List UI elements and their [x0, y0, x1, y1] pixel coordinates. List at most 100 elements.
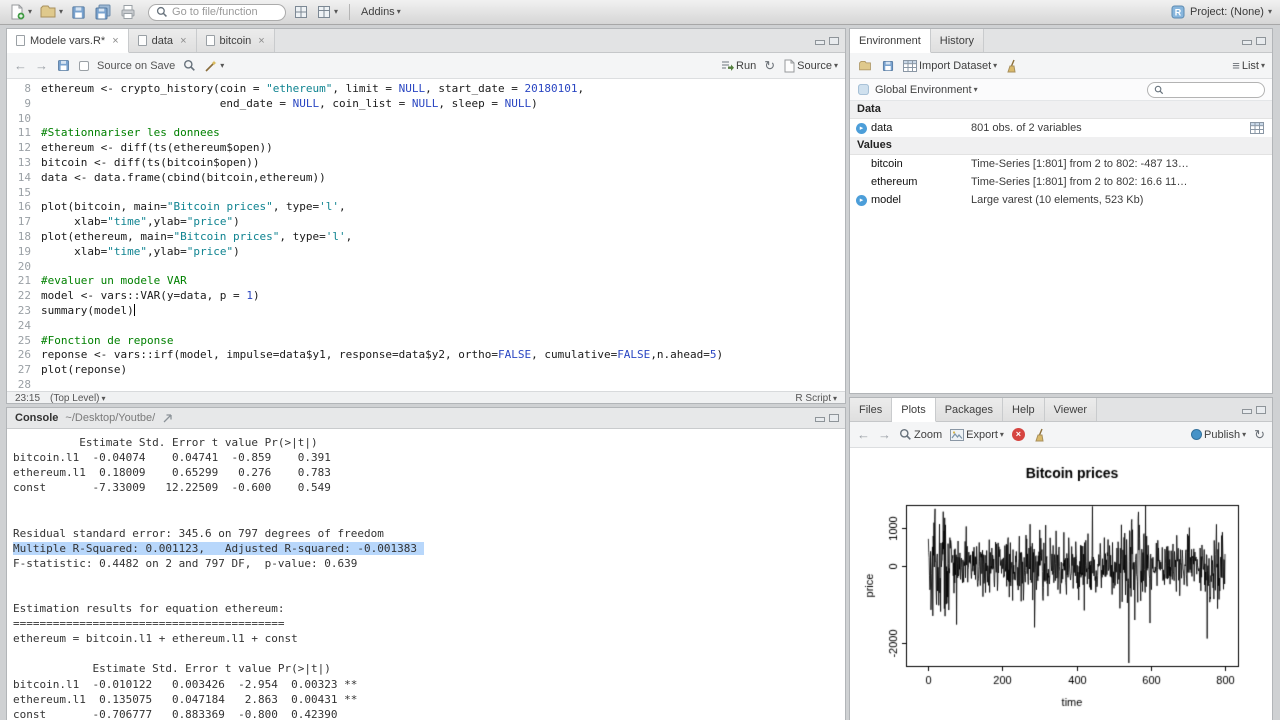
source-tabbar: Modele vars.R* × data × bitcoin × — [7, 29, 845, 53]
forward-icon[interactable]: → — [35, 59, 48, 72]
code-text[interactable]: xlab="time",ylab="price") — [41, 245, 240, 260]
source-tab-modele-vars-r-[interactable]: Modele vars.R* × — [7, 29, 129, 53]
tab-history[interactable]: History — [930, 29, 984, 52]
code-text[interactable]: data <- data.frame(cbind(bitcoin,ethereu… — [41, 171, 326, 186]
scope-selector[interactable]: (Top Level) ▾ — [50, 393, 105, 403]
panes-grid-icon — [295, 6, 308, 18]
close-tab-icon[interactable]: × — [258, 35, 264, 47]
environment-search[interactable] — [1147, 81, 1265, 98]
remove-plot-icon[interactable]: × — [1011, 428, 1025, 441]
view-data-icon[interactable] — [1250, 122, 1264, 134]
expand-object-icon[interactable]: ▸ — [856, 122, 867, 134]
save-icon[interactable] — [56, 58, 71, 73]
source-tab-data[interactable]: data × — [128, 29, 197, 52]
code-text[interactable]: plot(reponse) — [41, 363, 127, 378]
source-tab-bitcoin[interactable]: bitcoin × — [196, 29, 275, 52]
project-menu[interactable]: R Project: (None) ▾ — [1170, 4, 1272, 20]
line-number: 25 — [17, 333, 31, 347]
minimize-pane-button[interactable] — [1242, 408, 1252, 414]
env-var-name: bitcoin — [871, 158, 903, 170]
file-type-selector[interactable]: R Script ▾ — [795, 393, 837, 403]
tab-environment[interactable]: Environment — [850, 29, 931, 53]
code-text[interactable]: reponse <- vars::irf(model, impulse=data… — [41, 348, 723, 363]
previous-plot-icon[interactable]: ← — [857, 428, 870, 441]
clear-plots-broom-icon[interactable] — [1033, 428, 1047, 442]
clear-broom-icon[interactable] — [1005, 59, 1019, 73]
export-button[interactable]: Export ▾ — [950, 428, 1004, 441]
code-text[interactable]: plot(bitcoin, main="Bitcoin prices", typ… — [41, 200, 346, 215]
maximize-pane-button[interactable] — [829, 414, 839, 422]
maximize-pane-button[interactable] — [1256, 405, 1266, 414]
pane-layout-button[interactable]: ▾ — [316, 4, 338, 20]
save-all-button[interactable] — [94, 3, 112, 21]
new-file-icon — [11, 4, 25, 20]
popout-console-icon[interactable] — [162, 413, 173, 424]
back-icon[interactable]: ← — [14, 59, 27, 72]
save-button[interactable] — [70, 4, 87, 21]
close-tab-icon[interactable]: × — [112, 35, 118, 47]
refresh-plot-icon[interactable]: ↻ — [1254, 428, 1265, 441]
console-title[interactable]: Console — [15, 412, 58, 424]
import-dataset-button[interactable]: Import Dataset ▾ — [903, 59, 997, 72]
code-text[interactable]: xlab="time",ylab="price") — [41, 215, 240, 230]
zoom-button[interactable]: Zoom — [899, 428, 942, 441]
goto-file-search[interactable] — [148, 3, 287, 21]
tab-help[interactable]: Help — [1003, 398, 1045, 421]
code-tools-button[interactable]: ▾ — [204, 59, 224, 73]
maximize-pane-button[interactable] — [1256, 36, 1266, 45]
expand-object-icon[interactable]: ▸ — [856, 194, 867, 206]
code-text[interactable]: summary(model) — [41, 303, 135, 319]
goto-file-input[interactable] — [172, 6, 278, 18]
env-row-data[interactable]: ▸ data 801 obs. of 2 variables — [850, 119, 1272, 137]
env-var-value: 801 obs. of 2 variables — [971, 122, 1082, 134]
source-button[interactable]: Source ▾ — [783, 59, 838, 73]
new-file-button[interactable]: ▾ — [8, 3, 32, 21]
code-text[interactable]: #evaluer un modele VAR — [41, 274, 187, 289]
project-cube-icon: R — [1171, 5, 1185, 19]
save-workspace-icon[interactable] — [881, 59, 895, 73]
environment-scope-selector[interactable]: Global Environment ▾ — [875, 84, 978, 96]
maximize-pane-button[interactable] — [829, 36, 839, 45]
load-workspace-icon[interactable] — [857, 59, 873, 73]
minimize-pane-button[interactable] — [815, 417, 825, 422]
env-row-ethereum[interactable]: ethereum Time-Series [1:801] from 2 to 80… — [850, 173, 1272, 191]
open-folder-icon — [40, 5, 56, 18]
source-on-save-checkbox[interactable] — [79, 60, 89, 71]
find-icon[interactable] — [183, 59, 196, 72]
code-text[interactable]: plot(ethereum, main="Bitcoin prices", ty… — [41, 230, 352, 245]
rerun-icon[interactable]: ↻ — [764, 59, 775, 72]
code-text[interactable]: end_date = NULL, coin_list = NULL, sleep… — [41, 97, 538, 112]
run-button[interactable]: Run — [720, 59, 756, 72]
addins-menu[interactable]: Addins ▾ — [361, 6, 401, 18]
code-editor[interactable]: 8 ethereum <- crypto_history(coin = "ethe… — [7, 79, 845, 391]
minimize-pane-button[interactable] — [1242, 39, 1252, 45]
open-file-button[interactable]: ▾ — [39, 3, 63, 21]
code-text[interactable]: bitcoin <- diff(ts(bitcoin$open)) — [41, 156, 260, 171]
list-view-button[interactable]: ≡ List ▾ — [1232, 59, 1265, 72]
line-number: 12 — [17, 141, 31, 155]
environment-search-input[interactable] — [1168, 84, 1258, 95]
close-tab-icon[interactable]: × — [180, 35, 186, 47]
tab-label: Environment — [859, 34, 921, 47]
environment-object-list: Data ▸ data 801 obs. of 2 variables Values bi… — [850, 101, 1272, 209]
tab-packages[interactable]: Packages — [935, 398, 1004, 421]
print-button[interactable] — [119, 3, 137, 21]
code-text[interactable]: ethereum <- diff(ts(ethereum$open)) — [41, 141, 273, 156]
code-text[interactable]: #Stationnariser les donnees — [41, 126, 220, 141]
workspace-panes-button[interactable] — [293, 4, 309, 20]
console-output[interactable]: Estimate Std. Error t value Pr(>|t|) bitc… — [7, 429, 845, 720]
code-line: 28 — [7, 378, 845, 391]
next-plot-icon[interactable]: → — [878, 428, 891, 441]
code-text[interactable]: ethereum <- crypto_history(coin = "ether… — [41, 82, 584, 97]
publish-button[interactable]: Publish ▾ — [1191, 429, 1246, 441]
env-row-model[interactable]: ▸ model Large varest (10 elements, 523 Kb) — [850, 191, 1272, 209]
console-line: Estimate Std. Error t value Pr(>|t|) — [13, 436, 318, 449]
tab-files[interactable]: Files — [850, 398, 893, 421]
code-text[interactable]: #Fonction de reponse — [41, 334, 173, 349]
code-text[interactable]: model <- vars::VAR(y=data, p = 1) — [41, 289, 260, 304]
minimize-pane-button[interactable] — [815, 39, 825, 45]
tab-plots[interactable]: Plots — [892, 398, 936, 422]
environment-tabbar: Environment History — [850, 29, 1272, 53]
tab-viewer[interactable]: Viewer — [1044, 398, 1098, 421]
env-row-bitcoin[interactable]: bitcoin Time-Series [1:801] from 2 to 802… — [850, 155, 1272, 173]
